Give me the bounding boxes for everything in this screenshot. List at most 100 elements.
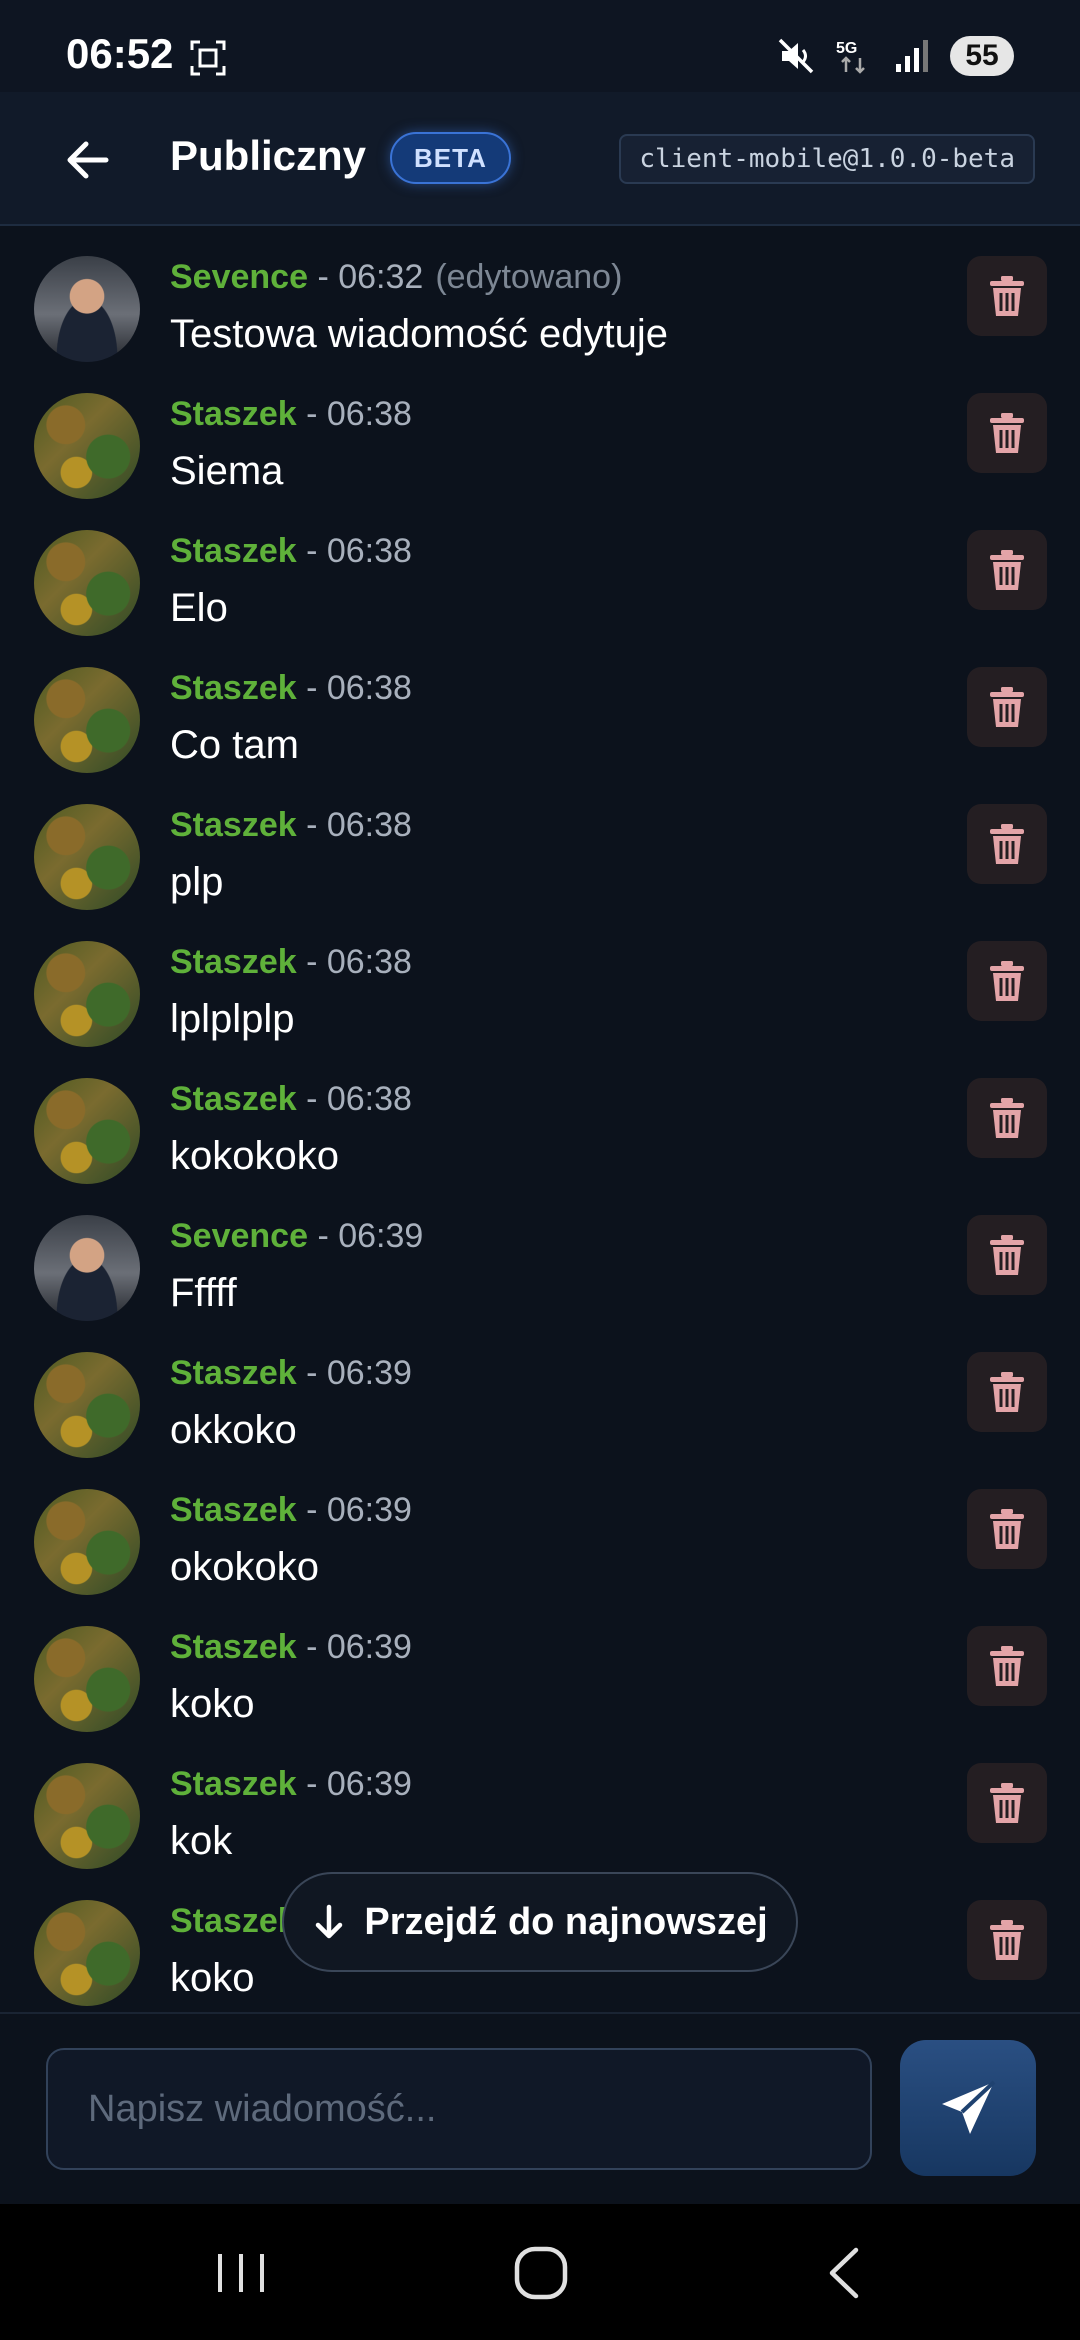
avatar[interactable] xyxy=(34,667,140,773)
message-meta: Staszek - 06:39 xyxy=(170,1628,412,1667)
message-row[interactable]: Staszek - 06:39 kok xyxy=(0,1723,1080,1869)
message-author[interactable]: Staszek xyxy=(170,943,297,981)
avatar[interactable] xyxy=(34,1352,140,1458)
message-meta: Staszek - 06:38 xyxy=(170,532,412,571)
back-arrow-icon[interactable] xyxy=(60,132,116,188)
signal-bars-icon xyxy=(896,40,928,72)
message-row[interactable]: Staszek - 06:39 okokoko xyxy=(0,1449,1080,1595)
trash-icon xyxy=(990,824,1024,864)
message-meta: Staszek - 06:38 xyxy=(170,395,412,434)
status-bar: 06:52 5G 55 xyxy=(0,0,1080,92)
delete-message-button[interactable] xyxy=(967,804,1047,884)
delete-message-button[interactable] xyxy=(967,1763,1047,1843)
edited-label: (edytowano) xyxy=(435,258,623,296)
message-author[interactable]: Staszek xyxy=(170,1354,297,1392)
send-icon xyxy=(942,2080,996,2134)
message-author[interactable]: Staszek xyxy=(170,1902,297,1940)
message-author[interactable]: Staszek xyxy=(170,1491,297,1529)
message-author[interactable]: Staszek xyxy=(170,532,297,570)
message-row[interactable]: Staszek - 06:38 lplplplp xyxy=(0,901,1080,1047)
message-text: lplplplp xyxy=(170,997,295,1041)
delete-message-button[interactable] xyxy=(967,1626,1047,1706)
avatar[interactable] xyxy=(34,804,140,910)
trash-icon xyxy=(990,413,1024,453)
message-author[interactable]: Staszek xyxy=(170,1765,297,1803)
beta-badge: BETA xyxy=(390,132,511,184)
message-meta: Staszek - 06:39 xyxy=(170,1765,412,1804)
chat-header: Publiczny BETA client-mobile@1.0.0-beta xyxy=(0,92,1080,226)
delete-message-button[interactable] xyxy=(967,1489,1047,1569)
avatar[interactable] xyxy=(34,530,140,636)
delete-message-button[interactable] xyxy=(967,530,1047,610)
avatar[interactable] xyxy=(34,1900,140,2006)
delete-message-button[interactable] xyxy=(967,1078,1047,1158)
signal-5g-icon: 5G xyxy=(836,40,865,74)
channel-title: Publiczny xyxy=(170,132,367,179)
trash-icon xyxy=(990,1646,1024,1686)
message-row[interactable]: Staszek - 06:38 plp xyxy=(0,764,1080,910)
svg-text:5G: 5G xyxy=(836,40,857,57)
jump-to-latest-button[interactable]: Przejdź do najnowszej xyxy=(282,1872,798,1972)
system-back-icon[interactable] xyxy=(820,2244,870,2302)
message-author[interactable]: Staszek xyxy=(170,1628,297,1666)
message-meta: Staszek - 06:39 xyxy=(170,1491,412,1530)
message-text: plp xyxy=(170,860,224,904)
trash-icon xyxy=(990,1920,1024,1960)
avatar[interactable] xyxy=(34,1489,140,1595)
trash-icon xyxy=(990,1509,1024,1549)
send-button[interactable] xyxy=(900,2040,1036,2176)
avatar[interactable] xyxy=(34,1078,140,1184)
avatar[interactable] xyxy=(34,1215,140,1321)
message-time: - 06:39 xyxy=(306,1628,412,1666)
message-row[interactable]: Staszek - 06:38 kokokoko xyxy=(0,1038,1080,1184)
message-text: Fffff xyxy=(170,1271,237,1315)
message-text: kok xyxy=(170,1819,233,1863)
message-author[interactable]: Staszek xyxy=(170,1080,297,1118)
delete-message-button[interactable] xyxy=(967,393,1047,473)
avatar[interactable] xyxy=(34,1763,140,1869)
delete-message-button[interactable] xyxy=(967,256,1047,336)
message-time: - 06:38 xyxy=(306,1080,412,1118)
message-row[interactable]: Staszek - 06:39 koko xyxy=(0,1586,1080,1732)
avatar[interactable] xyxy=(34,1626,140,1732)
trash-icon xyxy=(990,276,1024,316)
delete-message-button[interactable] xyxy=(967,1215,1047,1295)
message-author[interactable]: Sevence xyxy=(170,258,308,296)
message-row[interactable]: Staszek - 06:39 okkoko xyxy=(0,1312,1080,1458)
version-label: client-mobile@1.0.0-beta xyxy=(619,134,1035,184)
delete-message-button[interactable] xyxy=(967,667,1047,747)
message-time: - 06:39 xyxy=(317,1217,424,1255)
delete-message-button[interactable] xyxy=(967,941,1047,1021)
message-author[interactable]: Staszek xyxy=(170,669,297,707)
message-text: Siema xyxy=(170,449,284,493)
battery-indicator: 55 xyxy=(950,36,1014,76)
avatar[interactable] xyxy=(34,393,140,499)
home-icon[interactable] xyxy=(512,2244,570,2302)
message-row[interactable]: Staszek - 06:38 Elo xyxy=(0,490,1080,636)
message-author[interactable]: Sevence xyxy=(170,1217,308,1255)
message-input[interactable] xyxy=(46,2048,872,2170)
message-row[interactable]: Sevence - 06:39 Fffff xyxy=(0,1175,1080,1321)
trash-icon xyxy=(990,1235,1024,1275)
message-author[interactable]: Staszek xyxy=(170,806,297,844)
message-meta: Sevence - 06:32 (edytowano) xyxy=(170,258,622,297)
message-time: - 06:39 xyxy=(306,1354,412,1392)
message-row[interactable]: Staszek - 06:38 Co tam xyxy=(0,627,1080,773)
message-text: Testowa wiadomość edytuje xyxy=(170,312,669,356)
message-row[interactable]: Sevence - 06:32 (edytowano) Testowa wiadom… xyxy=(0,226,1080,362)
message-time: - 06:38 xyxy=(306,395,412,433)
message-list[interactable]: Sevence - 06:32 (edytowano) Testowa wiadom… xyxy=(0,226,1080,2012)
recent-apps-icon[interactable] xyxy=(214,2246,268,2300)
arrow-down-icon xyxy=(316,1904,343,1939)
avatar[interactable] xyxy=(34,941,140,1047)
message-text: okkoko xyxy=(170,1408,297,1452)
message-meta: Staszek - 06:39 xyxy=(170,1354,412,1393)
message-time: - 06:38 xyxy=(306,669,412,707)
avatar[interactable] xyxy=(34,256,140,362)
trash-icon xyxy=(990,1372,1024,1412)
message-row[interactable]: Staszek - 06:38 Siema xyxy=(0,353,1080,499)
delete-message-button[interactable] xyxy=(967,1352,1047,1432)
message-author[interactable]: Staszek xyxy=(170,395,297,433)
message-text: okokoko xyxy=(170,1545,319,1589)
delete-message-button[interactable] xyxy=(967,1900,1047,1980)
